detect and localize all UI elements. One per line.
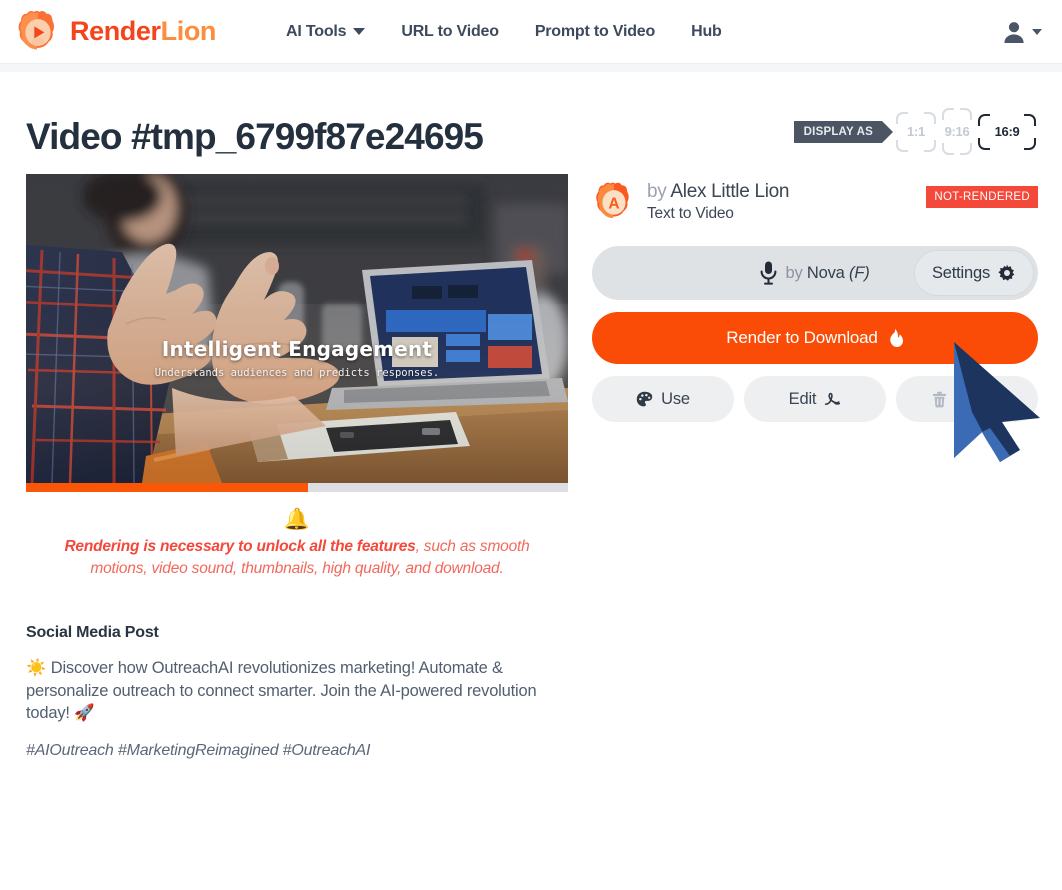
chevron-down-icon xyxy=(353,28,366,35)
corner-bracket-icon xyxy=(1024,137,1036,150)
display-as-label: DISPLAY AS xyxy=(793,120,894,143)
lion-play-logo-icon xyxy=(18,10,54,49)
voice-info: by Nova (F) xyxy=(760,261,870,285)
voice-settings-label: Settings xyxy=(931,263,990,282)
trash-icon xyxy=(933,391,947,407)
gear-icon xyxy=(998,264,1015,281)
main-columns: Intelligent Engagement Understands audie… xyxy=(26,174,1038,760)
page-title: Video #tmp_6799f87e24695 xyxy=(26,116,484,158)
corner-bracket-icon xyxy=(942,108,954,120)
edit-button-label: Edit xyxy=(788,389,817,408)
social-post-hashtags: #AIOutreach #MarketingReimagined #Outrea… xyxy=(26,742,371,760)
main-navigation: AI Tools URL to Video Prompt to Video Hu… xyxy=(286,23,722,41)
svg-text:A: A xyxy=(608,195,619,212)
nav-item-url-to-video[interactable]: URL to Video xyxy=(401,23,499,41)
voice-name: Nova xyxy=(806,263,845,282)
corner-bracket-icon xyxy=(1024,113,1036,126)
brand-logo-link[interactable]: RenderLion xyxy=(14,8,216,56)
aspect-ratio-button-1-1[interactable]: 1:1 xyxy=(896,111,936,152)
page-content: Video #tmp_6799f87e24695 DISPLAY AS 1:1 … xyxy=(0,108,1062,760)
delete-button[interactable]: Delete xyxy=(896,376,1038,422)
render-warning-bold: Rendering is necessary to unlock all the… xyxy=(64,538,416,555)
lion-avatar-icon: A xyxy=(596,182,629,219)
nav-item-hub[interactable]: Hub xyxy=(691,23,722,41)
author-meta: by Alex Little Lion Text to Video xyxy=(647,181,915,224)
display-as-control: DISPLAY AS 1:1 9:16 16:9 xyxy=(793,108,1036,155)
voice-selector-bar[interactable]: by Nova (F) Settings xyxy=(592,246,1038,300)
bell-icon: 🔔 xyxy=(283,508,311,531)
corner-bracket-icon xyxy=(924,111,936,124)
voice-label: by Nova (F) xyxy=(785,264,869,283)
author-by-word: by xyxy=(647,180,667,202)
author-name: Alex Little Lion xyxy=(670,180,790,202)
brand-text-lion: Lion xyxy=(160,16,217,46)
action-buttons-row: Use Edit Delete xyxy=(592,376,1038,422)
render-button-label: Render to Download xyxy=(726,328,878,347)
brand-wordmark: RenderLion xyxy=(70,18,216,45)
aspect-ratio-label-16-9: 16:9 xyxy=(994,124,1020,139)
social-media-post: Social Media Post ☀️ Discover how Outrea… xyxy=(26,624,568,760)
right-column: A by Alex Little Lion Text to Video NOT-… xyxy=(592,174,1038,422)
video-preview[interactable]: Intelligent Engagement Understands audie… xyxy=(26,174,568,483)
delete-button-label: Delete xyxy=(956,389,1003,408)
nav-label-ai-tools: AI Tools xyxy=(286,22,347,40)
aspect-ratio-label-1-1: 1:1 xyxy=(907,124,925,139)
account-menu[interactable] xyxy=(1000,18,1042,46)
header-bottom-strip xyxy=(0,64,1062,72)
corner-bracket-icon xyxy=(960,108,972,120)
voice-settings-button[interactable]: Settings xyxy=(913,250,1034,296)
corner-bracket-icon xyxy=(978,137,990,150)
use-button[interactable]: Use xyxy=(592,376,734,422)
render-warning-text: Rendering is necessary to unlock all the… xyxy=(44,536,550,581)
nav-item-ai-tools[interactable]: AI Tools xyxy=(286,22,366,41)
aspect-ratio-label-9-16: 9:16 xyxy=(944,124,970,139)
user-avatar-icon xyxy=(1004,22,1024,43)
author-name-line: by Alex Little Lion xyxy=(647,181,915,203)
title-row: Video #tmp_6799f87e24695 DISPLAY AS 1:1 … xyxy=(26,108,1036,158)
video-progress-bar[interactable] xyxy=(26,483,568,492)
render-warning: 🔔 Rendering is necessary to unlock all t… xyxy=(26,509,568,581)
brand-text-render: Render xyxy=(70,16,161,46)
corner-bracket-icon xyxy=(896,139,908,152)
social-post-heading: Social Media Post xyxy=(26,623,159,641)
video-progress-fill xyxy=(26,483,308,492)
corner-bracket-icon xyxy=(896,111,908,124)
use-button-label: Use xyxy=(661,389,690,408)
social-post-body: ☀️ Discover how OutreachAI revolutionize… xyxy=(26,658,537,723)
corner-bracket-icon xyxy=(960,143,972,155)
aspect-ratio-button-16-9[interactable]: 16:9 xyxy=(978,113,1036,150)
edit-button[interactable]: Edit xyxy=(744,376,886,422)
aspect-ratio-button-9-16[interactable]: 9:16 xyxy=(942,108,972,155)
signature-icon xyxy=(825,392,841,405)
video-thumbnail-image xyxy=(26,174,568,483)
render-to-download-button[interactable]: Render to Download xyxy=(592,312,1038,364)
voice-by-word: by xyxy=(785,263,803,282)
author-row: A by Alex Little Lion Text to Video NOT-… xyxy=(592,180,1038,224)
video-type-label: Text to Video xyxy=(647,205,734,223)
microphone-icon xyxy=(761,261,777,285)
site-header: RenderLion AI Tools URL to Video Prompt … xyxy=(0,0,1062,64)
corner-bracket-icon xyxy=(978,113,990,126)
left-column: Intelligent Engagement Understands audie… xyxy=(26,174,568,760)
status-badge: NOT-RENDERED xyxy=(926,186,1038,208)
chevron-down-icon xyxy=(1032,29,1042,35)
corner-bracket-icon xyxy=(942,143,954,155)
fire-icon xyxy=(889,328,903,347)
nav-item-prompt-to-video[interactable]: Prompt to Video xyxy=(535,23,655,41)
palette-icon xyxy=(636,391,653,406)
corner-bracket-icon xyxy=(924,139,936,152)
voice-gender: (F) xyxy=(849,263,870,282)
